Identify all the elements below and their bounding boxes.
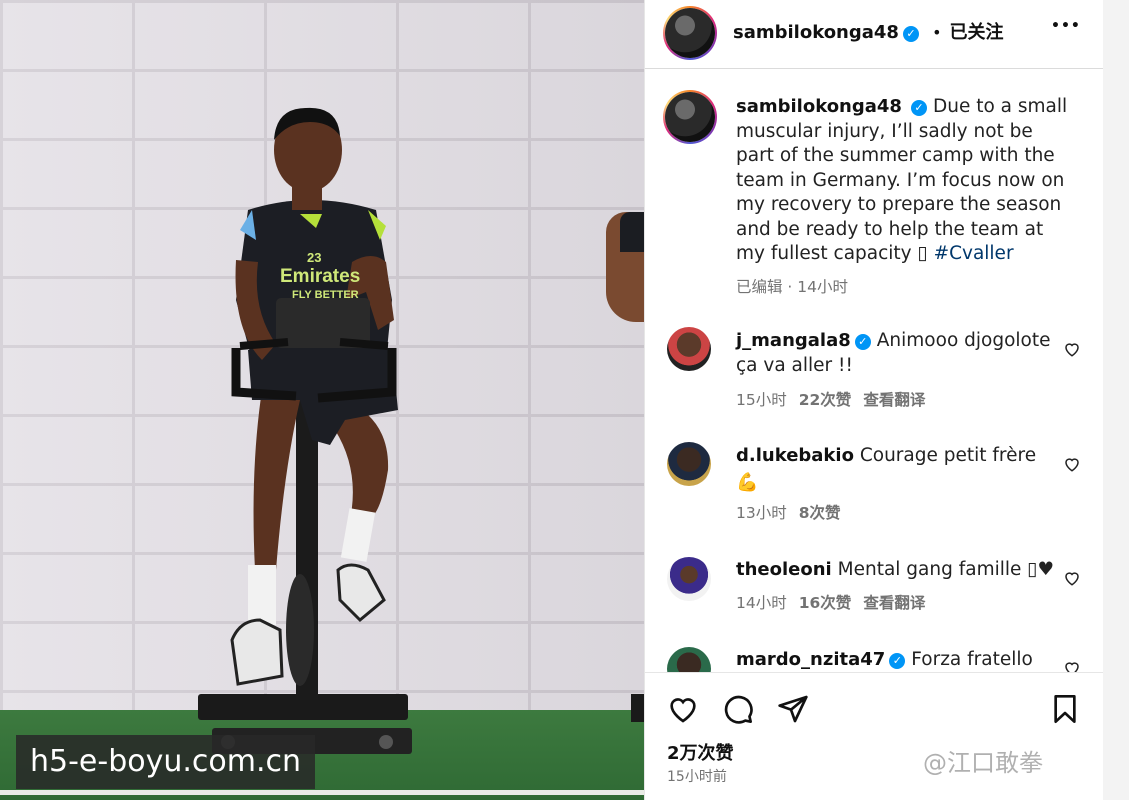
post-photo: Emirates FLY BETTER 23 h5-e-boyu.com.cn [0,0,644,800]
author-username[interactable]: sambilokonga48 [733,22,899,43]
comment-text: Mental gang famille ▯♥ [837,559,1055,580]
comment-time: 13小时 [736,504,787,522]
site-watermark: h5-e-boyu.com.cn [16,735,316,789]
post-panel: sambilokonga48 ✓ • 已关注 ••• sambilokonga48 ✓… [644,0,1104,801]
caption-hashtag[interactable]: #Cvaller [934,243,1014,264]
share-send-icon[interactable] [777,693,809,725]
comment-likes[interactable]: 22次赞 [799,391,852,409]
like-comment-heart-icon[interactable] [1063,569,1081,587]
comment-text: Courage petit frère [859,445,1037,466]
comment-avatar[interactable] [667,442,711,486]
comment-text: Forza fratello [911,649,1033,670]
comment-username[interactable]: d.lukebakio [736,445,854,466]
see-translation-link[interactable]: 查看翻译 [863,594,925,612]
post-caption: sambilokonga48 ✓ Due to a small muscular i… [736,95,1076,299]
verified-badge-icon: ✓ [889,653,906,669]
caption-text: Due to a small muscular injury, I’ll sad… [736,96,1068,264]
save-bookmark-icon[interactable] [1049,693,1081,725]
following-button[interactable]: 已关注 [950,22,1004,43]
comment-time: 14小时 [736,594,787,612]
comment-time: 15小时 [736,391,787,409]
flexed-biceps-emoji: 💪 [736,472,759,493]
comment-username[interactable]: mardo_nzita47 [736,649,885,670]
comment-avatar[interactable] [667,327,711,371]
like-comment-heart-icon[interactable] [1063,340,1081,358]
verified-badge-icon: ✓ [902,26,919,42]
post-header: sambilokonga48 ✓ • 已关注 ••• [645,0,1104,69]
comment-username[interactable]: j_mangala8 [736,330,851,351]
comment-avatar[interactable] [667,557,711,601]
author-watermark: @江口敢拳 [923,749,1043,777]
shirt-number: 23 [307,250,321,265]
post-actions: 2万次赞 15小时前 @江口敢拳 [645,672,1104,801]
comment-likes[interactable]: 8次赞 [799,504,841,522]
like-comment-heart-icon[interactable] [1063,455,1081,473]
post-time: 15小时前 [667,769,727,785]
likes-count[interactable]: 2万次赞 [667,739,734,765]
see-translation-link[interactable]: 查看翻译 [863,391,925,409]
caption-meta: 已编辑 · 14小时 [736,277,849,296]
separator-dot: • [932,23,942,42]
caption-username[interactable]: sambilokonga48 [736,96,902,117]
comment-bubble-icon[interactable] [722,693,754,725]
page-scrollbar[interactable] [1103,0,1129,800]
verified-badge-icon: ✓ [910,100,927,116]
caption-avatar[interactable] [663,90,717,144]
comment-likes[interactable]: 16次赞 [799,594,852,612]
verified-badge-icon: ✓ [854,334,871,350]
comment-item: theoleoni Mental gang famille ▯♥ 14小时 16次… [736,557,1056,616]
comment-item: j_mangala8 ✓ Animooo djogolote ça va aller… [736,328,1056,413]
comment-item: mardo_nzita47 ✓ Forza fratello [736,647,1056,672]
shirt-sponsor: Emirates [280,266,360,287]
like-heart-icon[interactable] [667,693,699,725]
comment-username[interactable]: theoleoni [736,559,832,580]
shirt-sponsor-line2: FLY BETTER [292,289,359,301]
more-options-icon[interactable]: ••• [1051,18,1081,34]
comment-item: d.lukebakio Courage petit frère 💪 13小时 8次… [736,443,1056,526]
player-on-bike: Emirates FLY BETTER 23 [198,107,412,754]
author-avatar[interactable] [663,6,717,60]
